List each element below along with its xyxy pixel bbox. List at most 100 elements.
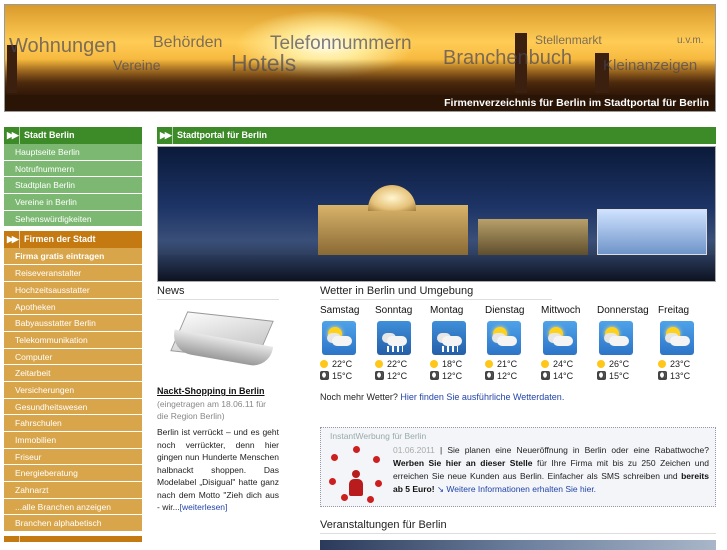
temp-low: 15°C — [609, 371, 630, 381]
temp-high: 22°C — [387, 359, 408, 369]
day-name: Donnerstag — [597, 305, 649, 316]
sidebar-item-hauptseite[interactable]: Hauptseite Berlin — [4, 144, 142, 161]
header-bar: Firmenverzeichnis für Berlin im Stadtpor… — [5, 95, 715, 111]
sidebar-item-immobilien[interactable]: Immobilien — [4, 432, 142, 449]
temp-high: 23°C — [670, 359, 691, 369]
main-section-header: ▶▶ Stadtportal für Berlin — [157, 127, 716, 144]
header-word: Vereine — [113, 57, 161, 73]
header-word: Wohnungen — [9, 35, 117, 57]
weather-day: Samstag 22°C 15°C — [320, 305, 375, 382]
double-arrow-icon: ▶▶ — [7, 130, 19, 140]
temp-high: 18°C — [442, 359, 463, 369]
sidebar-item-versicherungen[interactable]: Versicherungen — [4, 381, 142, 399]
sun-icon — [430, 360, 438, 368]
instant-ad-box: InstantWerbung für Berlin 01.06.2011 | S… — [320, 427, 716, 507]
partly-cloudy-icon — [599, 321, 633, 355]
moon-icon — [375, 371, 384, 380]
network-people-icon — [329, 444, 385, 503]
header-word: Kleinanzeigen — [603, 57, 698, 74]
reichstag-dome — [368, 185, 416, 211]
double-arrow-icon: ▶▶ — [7, 234, 19, 245]
weather-heading: Wetter in Berlin und Umgebung — [320, 285, 552, 300]
moon-icon — [597, 371, 606, 380]
instant-ad-label: InstantWerbung für Berlin — [330, 431, 427, 441]
news-heading: News — [157, 285, 279, 300]
instant-ad-text1: Sie planen eine Neueröffnung in Berlin o… — [447, 445, 709, 455]
temp-high: 21°C — [497, 359, 518, 369]
weather-section: Wetter in Berlin und Umgebung Samstag 22… — [320, 285, 716, 402]
moon-icon — [320, 371, 329, 380]
sidebar-item-reiseveranstalter[interactable]: Reiseveranstalter — [4, 265, 142, 282]
moon-icon — [485, 371, 494, 380]
day-name: Montag — [430, 305, 464, 316]
temp-low: 12°C — [442, 371, 463, 381]
read-more-link[interactable]: [weiterlesen] — [180, 502, 228, 512]
sun-icon — [485, 360, 493, 368]
temp-high: 22°C — [332, 359, 353, 369]
sidebar-item-firma-eintragen[interactable]: Firma gratis eintragen — [4, 248, 142, 266]
weather-details-link[interactable]: Hier finden Sie ausführliche Wetterdaten… — [400, 392, 564, 402]
sidebar-item-apotheken[interactable]: Apotheken — [4, 298, 142, 316]
weather-day: Montag 18°C 12°C — [430, 305, 485, 382]
sidebar-item-zeitarbeit[interactable]: Zeitarbeit — [4, 365, 142, 382]
moon-icon — [541, 371, 550, 380]
sun-icon — [658, 360, 666, 368]
sidebar-item-friseur[interactable]: Friseur — [4, 448, 142, 466]
events-image — [320, 540, 716, 550]
sidebar-item-energieberatung[interactable]: Energieberatung — [4, 465, 142, 483]
main-section-title: Stadtportal für Berlin — [177, 130, 268, 140]
temp-low: 12°C — [497, 371, 518, 381]
sidebar-item-alle-branchen[interactable]: ...alle Branchen anzeigen — [4, 498, 142, 516]
sidebar-item-branchen-alphabetisch[interactable]: Branchen alphabetisch — [4, 515, 142, 533]
sidebar-item-fahrschulen[interactable]: Fahrschulen — [4, 415, 142, 432]
weather-day: Sonntag 22°C 12°C — [375, 305, 430, 382]
instant-ad-info-link[interactable]: ↘ Weitere Informationen erhalten Sie hie… — [437, 484, 596, 494]
weather-day: Donnerstag 26°C 15°C — [597, 305, 658, 382]
reichstag-building — [318, 205, 468, 255]
partly-cloudy-icon — [660, 321, 694, 355]
news-body: Berlin ist verrückt – und es geht noch v… — [157, 426, 279, 514]
header-tagline: Firmenverzeichnis für Berlin im Stadtpor… — [444, 97, 709, 109]
day-name: Freitag — [658, 305, 690, 316]
sidebar-item-notrufnummern[interactable]: Notrufnummern — [4, 160, 142, 178]
day-name: Mittwoch — [541, 305, 581, 316]
sidebar-item-computer[interactable]: Computer — [4, 348, 142, 366]
sun-icon — [320, 360, 328, 368]
weather-day: Freitag 23°C 13°C — [658, 305, 708, 382]
header-word: u.v.m. — [677, 35, 704, 46]
instant-ad-text: 01.06.2011 | Sie planen eine Neueröffnun… — [393, 444, 709, 496]
temp-high: 26°C — [609, 359, 630, 369]
partly-cloudy-icon — [543, 321, 577, 355]
sidebar-item-babyausstatter[interactable]: Babyausstatter Berlin — [4, 315, 142, 332]
news-title-link[interactable]: Nackt-Shopping in Berlin — [157, 386, 279, 396]
weather-more-text: Noch mehr Wetter? — [320, 392, 398, 402]
double-arrow-icon: ▶▶ — [160, 130, 172, 140]
sidebar-section-stadt: ▶▶ Stadt Berlin — [4, 127, 142, 144]
sidebar-item-vereine[interactable]: Vereine in Berlin — [4, 194, 142, 211]
sidebar-item-telekommunikation[interactable]: Telekommunikation — [4, 331, 142, 349]
building — [478, 219, 588, 257]
header-word: Stellenmarkt — [535, 33, 602, 47]
weather-more: Noch mehr Wetter? Hier finden Sie ausfüh… — [320, 392, 716, 402]
temp-high: 24°C — [553, 359, 574, 369]
sidebar-section-firmen: ▶▶ Firmen der Stadt — [4, 231, 142, 249]
instant-ad-bold1: Werben Sie hier an dieser Stelle — [393, 458, 533, 468]
sidebar-item-sehenswuerdigkeiten[interactable]: Sehenswürdigkeiten — [4, 210, 142, 228]
sidebar-item-zahnarzt[interactable]: Zahnarzt — [4, 482, 142, 499]
sidebar: ▶▶ Stadt Berlin Hauptseite Berlin Notruf… — [4, 127, 142, 543]
news-meta: (eingetragen am 18.06.11 für die Region … — [157, 399, 266, 421]
events-heading: Veranstaltungen für Berlin — [320, 519, 716, 534]
header-banner: Wohnungen Vereine Behörden Hotels Telefo… — [4, 4, 716, 112]
separator: | — [440, 445, 443, 455]
sidebar-item-hochzeitsausstatter[interactable]: Hochzeitsausstatter — [4, 281, 142, 299]
news-column: News Nackt-Shopping in Berlin (eingetrag… — [157, 285, 279, 514]
day-name: Dienstag — [485, 305, 525, 316]
temp-low: 15°C — [332, 371, 353, 381]
events-section: Veranstaltungen für Berlin — [320, 519, 716, 550]
sidebar-item-gesundheitswesen[interactable]: Gesundheitswesen — [4, 398, 142, 416]
sidebar-item-stadtplan[interactable]: Stadtplan Berlin — [4, 177, 142, 195]
partly-cloudy-icon — [322, 321, 356, 355]
instant-ad-date: 01.06.2011 — [393, 445, 435, 455]
header-word: Behörden — [153, 34, 223, 51]
news-body-text: Berlin ist verrückt – und es geht noch v… — [157, 427, 279, 512]
